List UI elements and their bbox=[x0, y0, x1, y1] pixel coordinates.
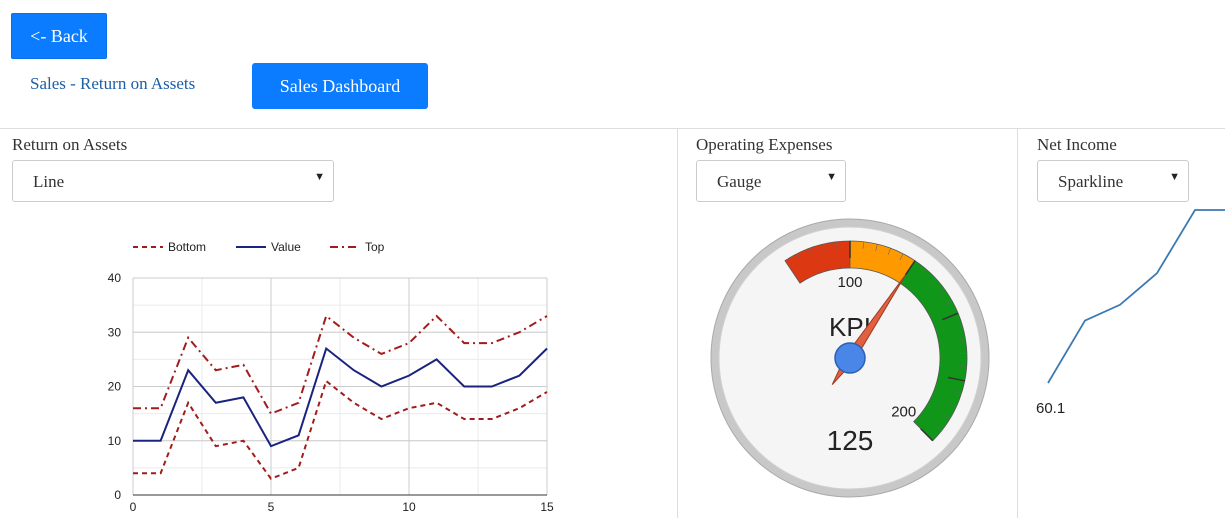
gauge-hub bbox=[834, 342, 866, 374]
panel-divider bbox=[677, 129, 678, 518]
header-divider bbox=[0, 128, 1225, 129]
net-income-sparkline: 60.1 bbox=[1036, 209, 1225, 417]
caret-down-icon: ▼ bbox=[826, 171, 837, 183]
y-tick-label: 0 bbox=[114, 488, 121, 502]
y-tick-label: 10 bbox=[108, 434, 122, 448]
tab-sales-dashboard[interactable]: Sales Dashboard bbox=[252, 63, 428, 109]
legend-label: Bottom bbox=[168, 240, 206, 254]
roa-line-chart: 0 10 20 30 40 0 5 10 15 Bottom Value Top bbox=[108, 240, 554, 514]
y-tick-label: 40 bbox=[108, 271, 122, 285]
x-tick-label: 0 bbox=[130, 500, 137, 514]
gauge-tick-label: 100 bbox=[837, 274, 862, 291]
panel-title-roa: Return on Assets bbox=[12, 135, 128, 154]
legend-label: Value bbox=[271, 240, 301, 254]
select-value: Line bbox=[33, 172, 65, 191]
gauge-value-label: 125 bbox=[827, 425, 874, 456]
roa-chart-type-select[interactable]: Line ▼ bbox=[12, 160, 334, 202]
gauge-tick-label: 200 bbox=[891, 404, 916, 421]
opex-gauge: 100200KPI125 bbox=[710, 218, 990, 498]
sparkline-line bbox=[1047, 209, 1225, 384]
legend-label: Top bbox=[365, 240, 385, 254]
x-tick-label: 15 bbox=[540, 500, 554, 514]
panel-divider bbox=[1017, 129, 1018, 518]
y-tick-label: 30 bbox=[108, 325, 122, 339]
select-value: Sparkline bbox=[1058, 172, 1124, 191]
x-tick-label: 5 bbox=[268, 500, 275, 514]
select-value: Gauge bbox=[717, 172, 762, 191]
y-tick-label: 20 bbox=[108, 380, 122, 394]
x-tick-label: 10 bbox=[402, 500, 416, 514]
net-income-chart-type-select[interactable]: Sparkline ▼ bbox=[1037, 160, 1189, 202]
panel-title-opex: Operating Expenses bbox=[696, 135, 833, 154]
back-button[interactable]: <- Back bbox=[11, 13, 107, 59]
caret-down-icon: ▼ bbox=[314, 171, 325, 183]
breadcrumb-link[interactable]: Sales - Return on Assets bbox=[30, 74, 195, 94]
caret-down-icon: ▼ bbox=[1169, 171, 1180, 183]
panel-title-net-income: Net Income bbox=[1037, 135, 1117, 154]
sparkline-min-label: 60.1 bbox=[1036, 400, 1065, 417]
opex-chart-type-select[interactable]: Gauge ▼ bbox=[696, 160, 846, 202]
